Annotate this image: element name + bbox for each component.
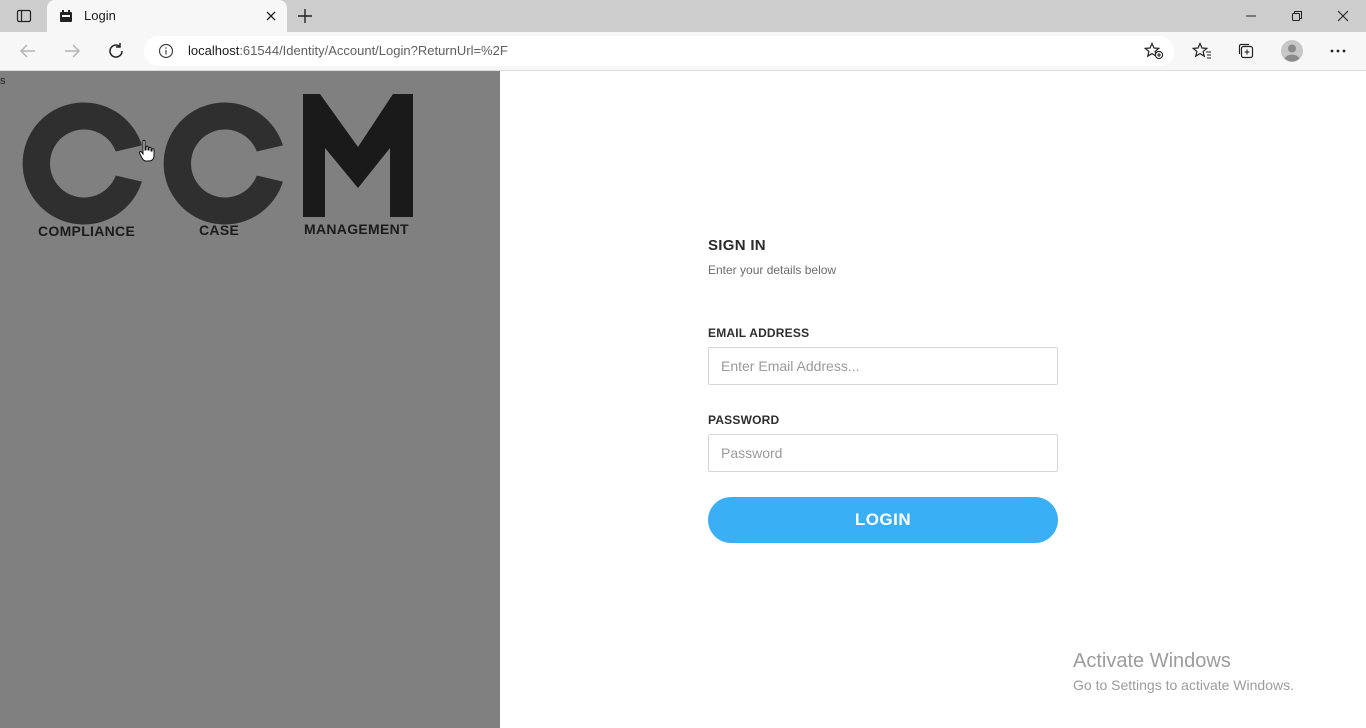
restore-icon [1292, 11, 1302, 21]
stray-text: s [0, 75, 6, 87]
restore-button[interactable] [1274, 0, 1320, 32]
tab-actions-icon [16, 9, 32, 23]
password-label: PASSWORD [708, 413, 780, 427]
profile-button[interactable] [1280, 39, 1304, 63]
info-icon[interactable] [158, 43, 174, 59]
activate-windows-watermark: Activate Windows Go to Settings to activ… [1073, 650, 1294, 693]
refresh-icon [109, 43, 123, 58]
logo-word-compliance: COMPLIANCE [38, 223, 136, 239]
back-arrow-icon [19, 44, 35, 58]
forward-button[interactable] [60, 40, 84, 62]
url-host: localhost [188, 43, 240, 58]
tab-title: Login [84, 8, 116, 23]
logo-word-case: CASE [199, 222, 240, 238]
back-button[interactable] [16, 40, 40, 62]
close-window-button[interactable] [1320, 0, 1366, 32]
logo-word-management: MANAGEMENT [304, 221, 409, 237]
signin-title: SIGN IN [708, 237, 766, 254]
signin-form: SIGN IN Enter your details below EMAIL A… [708, 237, 1058, 543]
logo-letter-m [303, 94, 413, 217]
favorites-button[interactable] [1192, 41, 1212, 61]
hand-cursor-icon [138, 139, 155, 162]
login-button[interactable]: LOGIN [708, 497, 1058, 543]
collections-button[interactable] [1236, 41, 1256, 61]
new-tab-button[interactable] [295, 6, 315, 26]
close-icon [1337, 10, 1349, 22]
address-bar[interactable]: localhost:61544/Identity/Account/Login?R… [144, 36, 1174, 66]
email-label: EMAIL ADDRESS [708, 326, 810, 340]
page-content: s COMPLIANCE CASE MANAGEMENT SIGN IN Ent… [0, 71, 1366, 728]
collections-icon [1238, 43, 1254, 59]
login-panel: SIGN IN Enter your details below EMAIL A… [500, 71, 1366, 728]
minimize-icon [1246, 15, 1256, 17]
add-favorite-icon[interactable] [1144, 42, 1164, 60]
logo-letter-c-2 [163, 102, 283, 225]
tab-strip: Login [0, 0, 1366, 32]
email-field[interactable] [708, 347, 1058, 385]
avatar-icon [1281, 40, 1303, 62]
refresh-button[interactable] [104, 40, 128, 62]
branding-panel: s COMPLIANCE CASE MANAGEMENT [0, 71, 500, 728]
url-path: :61544/Identity/Account/Login?ReturnUrl=… [239, 43, 508, 58]
ccm-logo [22, 94, 413, 225]
url-text[interactable]: localhost:61544/Identity/Account/Login?R… [188, 43, 508, 58]
watermark-subtitle: Go to Settings to activate Windows. [1073, 677, 1294, 693]
password-field[interactable] [708, 434, 1058, 472]
logo-letter-c-1 [22, 102, 142, 225]
tab-close-button[interactable] [263, 8, 279, 24]
settings-more-button[interactable] [1328, 41, 1348, 61]
tab-login[interactable]: Login [47, 0, 287, 32]
watermark-title: Activate Windows [1073, 650, 1231, 672]
close-icon [266, 11, 276, 21]
signin-subtitle: Enter your details below [708, 263, 837, 277]
forward-arrow-icon [65, 44, 81, 58]
plus-icon [298, 9, 312, 23]
browser-toolbar: localhost:61544/Identity/Account/Login?R… [0, 32, 1366, 71]
minimize-button[interactable] [1228, 0, 1274, 32]
more-icon [1330, 49, 1346, 53]
tab-actions-button[interactable] [8, 5, 40, 27]
site-favicon-icon [60, 10, 72, 22]
favorites-icon [1192, 42, 1211, 59]
